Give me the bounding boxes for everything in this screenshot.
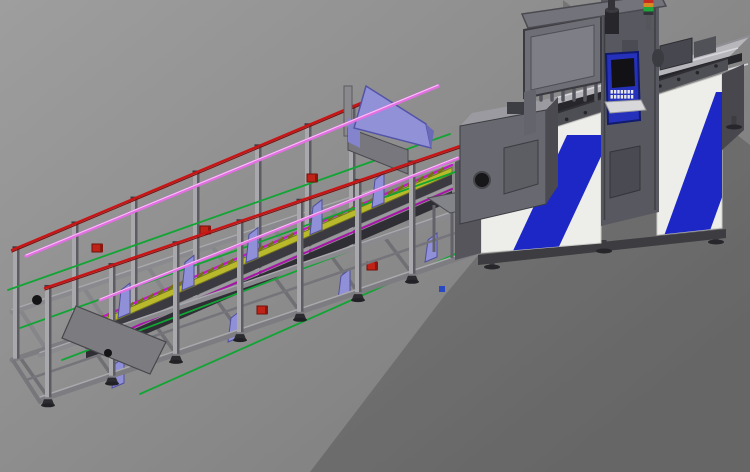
gantry-leg	[524, 89, 536, 136]
end-roller	[104, 349, 112, 357]
back-post-shade	[17, 248, 20, 358]
foot-pad	[105, 382, 119, 386]
machine-foot-pad	[596, 249, 612, 254]
key	[628, 95, 630, 99]
front-post	[237, 221, 241, 332]
key	[631, 95, 633, 99]
front-post	[173, 243, 177, 354]
key	[624, 90, 626, 94]
servo-cylinder	[605, 10, 619, 34]
motor-end	[315, 174, 318, 182]
front-post-shade	[241, 221, 244, 332]
motor-end	[375, 262, 378, 270]
tower-vent-door	[610, 146, 640, 198]
chuck-side	[546, 97, 558, 204]
bolt	[714, 64, 718, 68]
front-post	[409, 162, 413, 273]
machine-foot-pad	[726, 125, 742, 130]
control-screen	[611, 58, 635, 88]
key	[614, 90, 616, 94]
front-post-shade	[177, 243, 180, 354]
foot-pad	[293, 318, 307, 322]
foot-pad	[41, 403, 55, 407]
machine-render	[0, 0, 750, 472]
foot-pad	[233, 338, 247, 342]
servo-cylinder-top	[608, 0, 615, 10]
front-post-shade	[49, 287, 52, 397]
key	[617, 90, 619, 94]
bolt	[696, 71, 700, 75]
foot-pad	[169, 360, 183, 364]
signal-light-green	[644, 7, 654, 12]
bolt	[677, 78, 681, 82]
front-post	[297, 201, 301, 312]
key	[611, 90, 613, 94]
key	[621, 95, 623, 99]
motor-end	[100, 244, 103, 252]
key	[621, 90, 623, 94]
signal-light-amber	[644, 3, 654, 7]
signal-light-red	[644, 0, 654, 3]
key	[611, 95, 613, 99]
key	[624, 95, 626, 99]
key	[628, 90, 630, 94]
front-post-shade	[413, 162, 416, 273]
foot-pad	[405, 280, 419, 284]
front-post-shade	[301, 201, 304, 312]
signal-pole	[646, 14, 651, 30]
back-post	[13, 248, 17, 358]
chuck-bore	[474, 172, 490, 188]
signal-base	[644, 11, 654, 15]
chuck-access-plate	[504, 140, 538, 194]
key	[614, 95, 616, 99]
key	[617, 95, 619, 99]
bolt	[565, 118, 569, 122]
chuck-housing	[460, 97, 558, 224]
end-roller	[32, 295, 42, 305]
machine-foot-pad	[484, 265, 500, 270]
foot-pad	[351, 298, 365, 302]
coolant-box	[439, 286, 445, 292]
machine-foot-pad	[708, 240, 724, 245]
cad-viewport	[0, 0, 750, 472]
bolt	[584, 111, 588, 115]
front-post	[45, 287, 49, 397]
key	[631, 90, 633, 94]
motor-end	[265, 306, 268, 314]
rotary-chuck-cylinder	[652, 49, 664, 67]
